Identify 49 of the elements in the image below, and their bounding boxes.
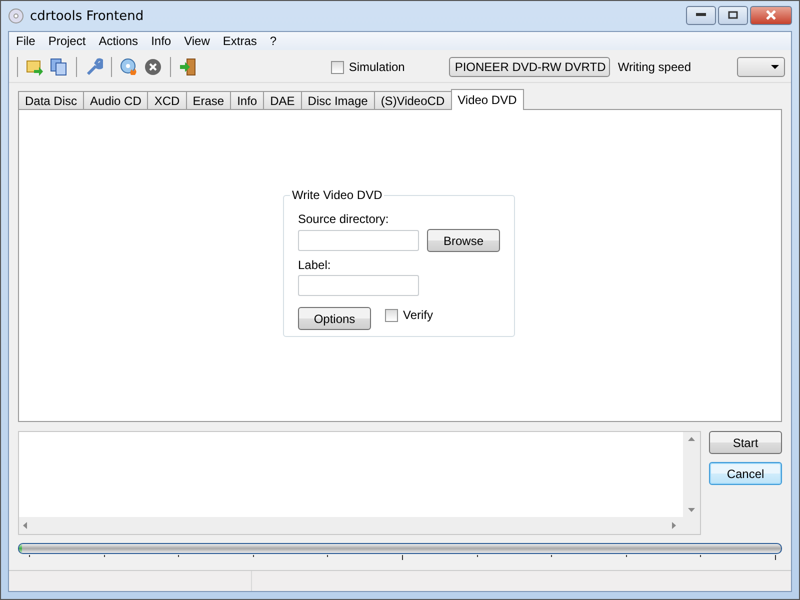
field-label: Label:	[298, 258, 332, 272]
cancel-icon[interactable]	[144, 58, 162, 76]
menu-item[interactable]: ?	[270, 34, 277, 48]
drive-dropdown[interactable]: PIONEER DVD-RW DVRTD	[448, 57, 610, 77]
field-label: Source directory:	[298, 212, 390, 226]
tab[interactable]: Video DVD	[450, 89, 524, 110]
maximize-icon	[728, 11, 738, 19]
scroll-left-icon[interactable]	[23, 522, 27, 529]
dropdown-arrow-icon	[771, 65, 779, 69]
menu-item[interactable]: View	[184, 34, 210, 48]
tab[interactable]: Erase	[186, 91, 232, 109]
minimize-button[interactable]	[686, 6, 716, 24]
action-button[interactable]: Cancel	[709, 462, 782, 485]
copy-icon[interactable]	[50, 58, 68, 76]
exit-door-icon[interactable]	[179, 58, 197, 76]
close-icon	[765, 10, 777, 20]
wrench-icon[interactable]	[85, 58, 103, 76]
simulation-checkbox[interactable]: Simulation	[330, 60, 405, 74]
scroll-right-icon[interactable]	[672, 522, 676, 529]
scroll-down-icon[interactable]	[688, 508, 695, 512]
menu-item[interactable]: File	[16, 34, 36, 48]
source-directory-field[interactable]	[298, 230, 419, 251]
verify-checkbox[interactable]: Verify	[385, 308, 434, 322]
writing-speed-label: Writing speed	[618, 60, 691, 74]
tab[interactable]: Disc Image	[300, 91, 375, 109]
menu-item[interactable]: Info	[151, 34, 172, 48]
minimize-icon	[696, 13, 706, 17]
group-title: Write Video DVD	[291, 188, 384, 202]
browse-button[interactable]: Browse	[427, 229, 500, 252]
menu-item[interactable]: Extras	[222, 34, 257, 48]
tab[interactable]: Data Disc	[18, 91, 84, 109]
tab[interactable]: Info	[230, 91, 264, 109]
disc-icon	[8, 8, 24, 24]
tab[interactable]: XCD	[147, 91, 187, 109]
speed-dropdown[interactable]	[737, 57, 785, 77]
options-button[interactable]: Options	[298, 307, 371, 330]
tab[interactable]: Audio CD	[83, 91, 148, 109]
maximize-button[interactable]	[718, 6, 748, 24]
folder-arrow-icon[interactable]	[26, 58, 44, 76]
window-title: cdrtools Frontend	[30, 8, 144, 24]
close-button[interactable]	[750, 6, 792, 24]
action-button[interactable]: Start	[709, 431, 782, 454]
tab[interactable]: DAE	[263, 91, 302, 109]
menu-item[interactable]: Project	[48, 34, 86, 48]
menu-item[interactable]: Actions	[98, 34, 138, 48]
burn-disc-icon[interactable]	[120, 58, 138, 76]
scroll-up-icon[interactable]	[688, 437, 695, 441]
label-field[interactable]	[298, 275, 419, 296]
tab[interactable]: (S)VideoCD	[374, 91, 452, 109]
